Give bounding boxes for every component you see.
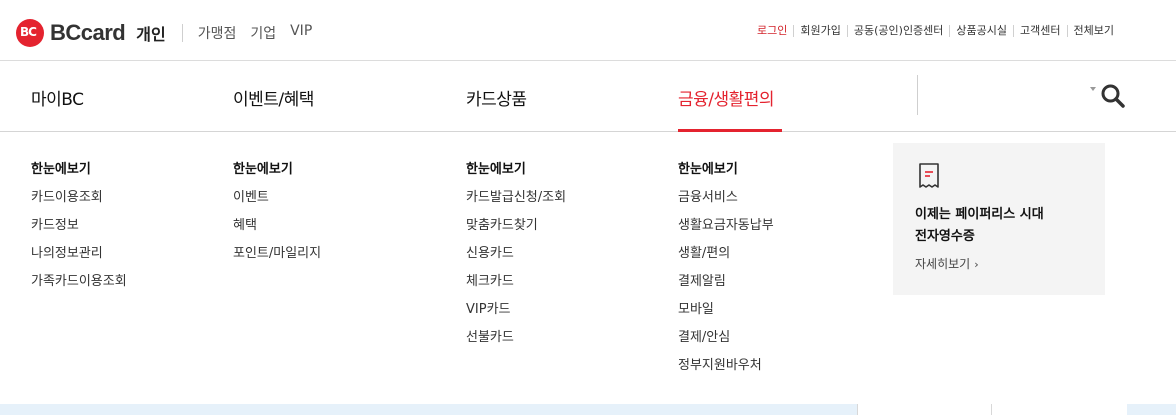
- main-nav: 마이BC 이벤트/혜택 카드상품 금융/생활편의: [0, 61, 1176, 132]
- segment-link-corporate[interactable]: 기업: [250, 23, 276, 43]
- menu-link[interactable]: 신용카드: [466, 244, 566, 272]
- promo-card-e-receipt[interactable]: 이제는 페이퍼리스 시대 전자영수증 자세히보기 ›: [893, 143, 1105, 295]
- page-content-panel: [857, 404, 1127, 415]
- menu-column-mybc: 한눈에보기 카드이용조회 카드정보 나의정보관리 가족카드이용조회: [31, 160, 127, 300]
- chevron-right-icon: ›: [974, 258, 979, 271]
- menu-link[interactable]: VIP카드: [466, 300, 566, 328]
- menu-column-card-products: 한눈에보기 카드발급신청/조회 맞춤카드찾기 신용카드 체크카드 VIP카드 선…: [466, 160, 566, 356]
- menu-link[interactable]: 카드정보: [31, 216, 127, 244]
- menu-link[interactable]: 금융서비스: [678, 188, 774, 216]
- menu-link[interactable]: 체크카드: [466, 272, 566, 300]
- search-dropdown-caret-icon[interactable]: [1090, 87, 1096, 91]
- signup-link[interactable]: 회원가입: [793, 25, 846, 37]
- promo-more-label: 자세히보기: [915, 257, 971, 271]
- utility-nav: 로그인 회원가입 공동(공인)인증센터 상품공시실 고객센터 전체보기: [751, 25, 1120, 37]
- login-link[interactable]: 로그인: [751, 25, 793, 37]
- nav-item-card-products[interactable]: 카드상품: [466, 85, 527, 110]
- promo-title: 이제는 페이퍼리스 시대 전자영수증: [915, 207, 1044, 244]
- segment-personal[interactable]: 개인: [136, 21, 165, 45]
- menu-column-head[interactable]: 한눈에보기: [466, 160, 566, 188]
- menu-link[interactable]: 이벤트: [233, 188, 321, 216]
- search-icon[interactable]: [1100, 83, 1126, 109]
- search-area[interactable]: [918, 75, 1128, 115]
- menu-link[interactable]: 생활요금자동납부: [678, 216, 774, 244]
- certificate-center-link[interactable]: 공동(공인)인증센터: [846, 25, 950, 37]
- segment-link-vip[interactable]: VIP: [290, 23, 312, 43]
- nav-item-mybc[interactable]: 마이BC: [31, 85, 84, 110]
- segment-divider: [181, 24, 183, 42]
- menu-link[interactable]: 카드발급신청/조회: [466, 188, 566, 216]
- brand-area: BC BCcard 개인 가맹점 기업 VIP: [16, 18, 326, 48]
- customer-center-link[interactable]: 고객센터: [1013, 25, 1066, 37]
- receipt-icon: [919, 163, 939, 188]
- nav-item-events[interactable]: 이벤트/혜택: [233, 85, 314, 110]
- menu-link[interactable]: 결제알림: [678, 272, 774, 300]
- menu-link[interactable]: 선불카드: [466, 328, 566, 356]
- menu-link[interactable]: 나의정보관리: [31, 244, 127, 272]
- menu-link[interactable]: 포인트/마일리지: [233, 244, 321, 272]
- promo-more-link[interactable]: 자세히보기 ›: [915, 255, 979, 272]
- bc-logo-mark[interactable]: BC: [16, 19, 44, 47]
- menu-link[interactable]: 정부지원바우처: [678, 356, 774, 384]
- menu-column-finance: 한눈에보기 금융서비스 생활요금자동납부 생활/편의 결제알림 모바일 결제/안…: [678, 160, 774, 384]
- menu-link[interactable]: 카드이용조회: [31, 188, 127, 216]
- top-bar: BC BCcard 개인 가맹점 기업 VIP 로그인 회원가입 공동(공인)인…: [0, 0, 1176, 61]
- active-nav-underline: [678, 129, 782, 132]
- nav-item-finance[interactable]: 금융/생활편의: [678, 85, 775, 110]
- menu-link[interactable]: 맞춤카드찾기: [466, 216, 566, 244]
- menu-column-head[interactable]: 한눈에보기: [678, 160, 774, 188]
- menu-link[interactable]: 모바일: [678, 300, 774, 328]
- bccard-logo-text[interactable]: BCcard: [50, 20, 126, 46]
- product-disclosure-link[interactable]: 상품공시실: [949, 25, 1013, 37]
- menu-column-events: 한눈에보기 이벤트 혜택 포인트/마일리지: [233, 160, 321, 272]
- menu-column-head[interactable]: 한눈에보기: [31, 160, 127, 188]
- menu-column-head[interactable]: 한눈에보기: [233, 160, 321, 188]
- menu-link[interactable]: 가족카드이용조회: [31, 272, 127, 300]
- menu-link[interactable]: 생활/편의: [678, 244, 774, 272]
- menu-link[interactable]: 혜택: [233, 216, 321, 244]
- menu-link[interactable]: 결제/안심: [678, 328, 774, 356]
- page-content-divider: [991, 404, 992, 415]
- view-all-link[interactable]: 전체보기: [1066, 25, 1120, 37]
- segment-link-merchant[interactable]: 가맹점: [198, 23, 237, 43]
- segment-links: 가맹점 기업 VIP: [198, 23, 327, 43]
